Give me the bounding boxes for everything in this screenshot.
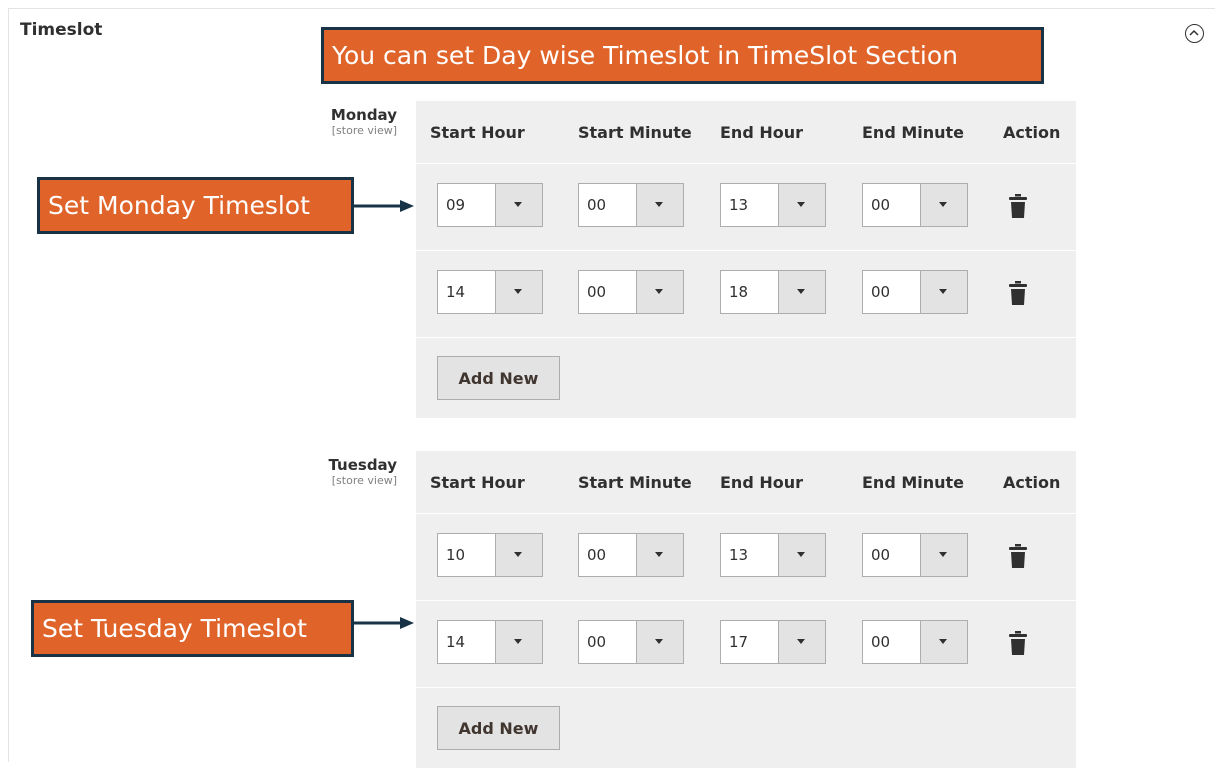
day-name: Tuesday: [328, 456, 397, 474]
end-minute-select[interactable]: 00: [862, 533, 968, 577]
col-start-minute: Start Minute: [578, 122, 692, 142]
trash-icon[interactable]: [1009, 544, 1027, 568]
add-new-button[interactable]: Add New: [437, 356, 560, 400]
chevron-down-icon: [495, 184, 542, 226]
col-action: Action: [1003, 122, 1061, 142]
section-title[interactable]: Timeslot: [20, 20, 102, 40]
chevron-down-icon: [778, 621, 825, 663]
scope-label: [store view]: [331, 124, 397, 137]
chevron-down-icon: [920, 621, 967, 663]
add-new-button[interactable]: Add New: [437, 706, 560, 750]
callout-tuesday: Set Tuesday Timeslot: [31, 600, 354, 657]
col-end-hour: End Hour: [720, 122, 804, 142]
start-hour-select[interactable]: 14: [437, 620, 543, 664]
col-end-hour: End Hour: [720, 472, 804, 492]
start-hour-select[interactable]: 10: [437, 533, 543, 577]
timeslot-row: 10 00 13 00: [416, 514, 1076, 601]
grid-header: Start Hour Start Minute End Hour End Min…: [416, 451, 1076, 514]
scope-label: [store view]: [331, 474, 397, 487]
chevron-down-icon: [778, 184, 825, 226]
callout-section-note: You can set Day wise Timeslot in TimeSlo…: [321, 27, 1044, 84]
end-hour-select[interactable]: 17: [720, 620, 826, 664]
end-hour-select[interactable]: 18: [720, 270, 826, 314]
collapse-icon[interactable]: [1185, 24, 1204, 43]
grid-footer: Add New: [416, 338, 1076, 418]
end-minute-select[interactable]: 00: [862, 183, 968, 227]
timeslot-row: 14 00 17 00: [416, 601, 1076, 688]
end-minute-select[interactable]: 00: [862, 270, 968, 314]
arrow-tuesday-icon: [354, 617, 414, 629]
trash-icon[interactable]: [1009, 194, 1027, 218]
trash-icon[interactable]: [1009, 631, 1027, 655]
start-minute-select[interactable]: 00: [578, 533, 684, 577]
chevron-down-icon: [636, 184, 683, 226]
chevron-down-icon: [778, 271, 825, 313]
chevron-down-icon: [495, 621, 542, 663]
end-hour-select[interactable]: 13: [720, 533, 826, 577]
chevron-down-icon: [778, 534, 825, 576]
chevron-down-icon: [636, 271, 683, 313]
day-name: Monday: [330, 106, 397, 124]
grid-footer: Add New: [416, 688, 1076, 768]
start-hour-select[interactable]: 14: [437, 270, 543, 314]
day-label-tuesday: Tuesday [store view]: [328, 456, 397, 488]
timeslot-grid-tuesday: Start Hour Start Minute End Hour End Min…: [416, 451, 1076, 768]
col-start-hour: Start Hour: [430, 122, 525, 142]
end-minute-select[interactable]: 00: [862, 620, 968, 664]
timeslot-row: 09 00 13 00: [416, 164, 1076, 251]
start-minute-select[interactable]: 00: [578, 620, 684, 664]
col-end-minute: End Minute: [862, 472, 965, 492]
trash-icon[interactable]: [1009, 281, 1027, 305]
grid-header: Start Hour Start Minute End Hour End Min…: [416, 101, 1076, 164]
chevron-down-icon: [636, 621, 683, 663]
col-action: Action: [1003, 472, 1061, 492]
chevron-down-icon: [636, 534, 683, 576]
chevron-down-icon: [495, 271, 542, 313]
arrow-monday-icon: [354, 200, 414, 212]
col-start-minute: Start Minute: [578, 472, 692, 492]
start-hour-select[interactable]: 09: [437, 183, 543, 227]
start-minute-select[interactable]: 00: [578, 270, 684, 314]
callout-monday: Set Monday Timeslot: [37, 177, 354, 234]
timeslot-row: 14 00 18 00: [416, 251, 1076, 338]
start-minute-select[interactable]: 00: [578, 183, 684, 227]
timeslot-grid-monday: Start Hour Start Minute End Hour End Min…: [416, 101, 1076, 418]
col-start-hour: Start Hour: [430, 472, 525, 492]
chevron-down-icon: [920, 271, 967, 313]
chevron-down-icon: [920, 534, 967, 576]
chevron-down-icon: [920, 184, 967, 226]
col-end-minute: End Minute: [862, 122, 965, 142]
chevron-down-icon: [495, 534, 542, 576]
day-label-monday: Monday [store view]: [331, 106, 397, 138]
end-hour-select[interactable]: 13: [720, 183, 826, 227]
